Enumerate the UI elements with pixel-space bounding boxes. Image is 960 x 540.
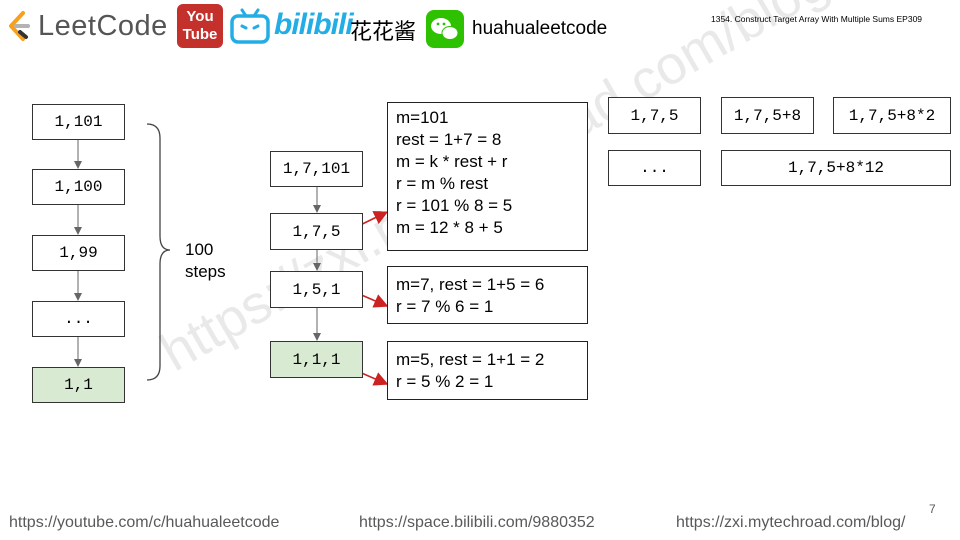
note-2-line-1: m=7, rest = 1+5 = 6 (396, 275, 545, 294)
grid-cell-5: 1,7,5+8*12 (721, 150, 951, 186)
grid-cell-4: ... (608, 150, 701, 186)
note-1-line-5: r = 101 % 8 = 5 (396, 196, 513, 215)
note-1-line-2: rest = 1+7 = 8 (396, 130, 502, 149)
note-3: m=5, rest = 1+1 = 2 r = 5 % 2 = 1 (387, 341, 588, 400)
note-1-line-1: m=101 (396, 108, 449, 127)
mid-node-4: 1,1,1 (270, 341, 363, 378)
brace-label-line-2: steps (185, 262, 226, 281)
note-3-line-2: r = 5 % 2 = 1 (396, 372, 494, 391)
left-node-1: 1,101 (32, 104, 125, 140)
mid-node-3: 1,5,1 (270, 271, 363, 308)
footer-blog-link[interactable]: https://zxi.mytechroad.com/blog/ (676, 514, 905, 532)
mid-node-2: 1,7,5 (270, 213, 363, 250)
left-node-4: ... (32, 301, 125, 337)
note-1-line-4: r = m % rest (396, 174, 489, 193)
grid-cell-3: 1,7,5+8*2 (833, 97, 951, 134)
mid-node-1: 1,7,101 (270, 151, 363, 187)
brace-label-line-1: 100 (185, 240, 214, 259)
page-number: 7 (929, 502, 936, 516)
note-2-line-2: r = 7 % 6 = 1 (396, 297, 494, 316)
curly-brace (146, 123, 171, 381)
footer-youtube-link[interactable]: https://youtube.com/c/huahualeetcode (9, 514, 279, 532)
grid-cell-2: 1,7,5+8 (721, 97, 814, 134)
note-2: m=7, rest = 1+5 = 6 r = 7 % 6 = 1 (387, 266, 588, 324)
left-node-3: 1,99 (32, 235, 125, 271)
brace-label: 100 steps (185, 239, 226, 283)
note-1-line-6: m = 12 * 8 + 5 (396, 218, 503, 237)
left-node-2: 1,100 (32, 169, 125, 205)
grid-cell-1: 1,7,5 (608, 97, 701, 134)
left-node-5: 1,1 (32, 367, 125, 403)
note-1: m=101 rest = 1+7 = 8 m = k * rest + r r … (387, 102, 588, 251)
footer-bilibili-link[interactable]: https://space.bilibili.com/9880352 (359, 514, 595, 532)
note-3-line-1: m=5, rest = 1+1 = 2 (396, 350, 545, 369)
note-1-line-3: m = k * rest + r (396, 152, 508, 171)
